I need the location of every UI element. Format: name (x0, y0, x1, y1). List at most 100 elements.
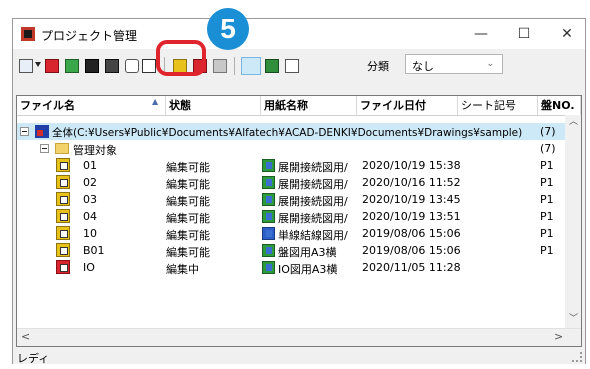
vertical-scrollbar[interactable]: ︿ ﹀ (565, 115, 581, 328)
file-status: 編集可能 (166, 212, 210, 225)
minimize-button[interactable]: — (466, 24, 496, 44)
toolbar: 分類 なし ⌄ (13, 49, 585, 85)
panel-no: P1 (540, 227, 554, 240)
app-icon (21, 27, 35, 41)
panel-no: P1 (540, 210, 554, 223)
table-row[interactable]: IO 編集中 IO図用A3横 2020/11/05 11:28 (17, 259, 581, 276)
paper-name: 展開接続図用/ (278, 212, 348, 225)
scroll-right-icon[interactable]: > (554, 330, 563, 343)
project-file-icon (56, 209, 70, 223)
project-root-icon (35, 125, 49, 138)
export-icon[interactable] (213, 59, 227, 73)
panel-no: P1 (540, 159, 554, 172)
file-date: 2020/10/19 13:45 (362, 193, 461, 206)
file-date: 2019/08/06 15:06 (362, 227, 461, 240)
project-file-icon (56, 175, 70, 189)
title-bar: プロジェクト管理 — ☐ ✕ (13, 19, 585, 49)
single-line-sheet-icon (262, 227, 275, 240)
column-header-status[interactable]: 状態 (166, 96, 261, 115)
project-manager-window: プロジェクト管理 — ☐ ✕ 分類 なし ⌄ ファイル名 ▲ 状態 用紙名称 フ… (12, 18, 586, 365)
sheet-icon (262, 210, 275, 223)
table-row[interactable]: 03 編集可能 展開接続図用/ 2020/10/19 13:45 P1 (17, 191, 581, 208)
group-label: 管理対象 (73, 144, 117, 157)
file-status: 編集可能 (166, 178, 210, 191)
refresh-icon[interactable] (65, 59, 79, 73)
file-date: 2020/11/05 11:28 (362, 261, 461, 274)
project-file-icon (56, 192, 70, 206)
file-status: 編集可能 (166, 229, 210, 242)
project-file-icon (56, 243, 70, 257)
file-name: 04 (83, 210, 97, 223)
classification-select[interactable]: なし ⌄ (405, 54, 503, 74)
paper-name: 展開接続図用/ (278, 161, 348, 174)
resize-grip-icon[interactable] (572, 352, 582, 362)
folder-icon (55, 143, 69, 154)
list-view-icon[interactable] (142, 59, 156, 73)
scroll-down-icon[interactable]: ﹀ (569, 311, 578, 324)
table-row[interactable]: 10 編集可能 単線結線図用/ 2019/08/06 15:06 P1 (17, 225, 581, 242)
file-name: 03 (83, 193, 97, 206)
file-name: 02 (83, 176, 97, 189)
table-row[interactable]: 01 編集可能 展開接続図用/ 2020/10/19 15:38 P1 (17, 157, 581, 174)
copy-icon[interactable] (105, 59, 119, 73)
group-count: (7) (540, 142, 556, 155)
tree-root-row[interactable]: 全体(C:¥Users¥Public¥Documents¥Alfatech¥AC… (17, 123, 581, 140)
classification-label: 分類 (367, 60, 389, 73)
paper-name: 展開接続図用/ (278, 178, 348, 191)
callout-number-badge: 5 (207, 8, 249, 50)
file-date: 2020/10/19 13:51 (362, 210, 461, 223)
file-date: 2019/08/06 15:06 (362, 244, 461, 257)
new-project-icon[interactable] (45, 59, 59, 73)
view-mode-icon[interactable] (19, 59, 33, 73)
project-list: ファイル名 ▲ 状態 用紙名称 ファイル日付 シート記号 盤NO. 全体(C:¥… (16, 95, 582, 347)
project-file-locked-icon (56, 260, 70, 274)
sheet-icon (262, 176, 275, 189)
collapse-icon[interactable] (20, 127, 29, 136)
window-title: プロジェクト管理 (41, 29, 138, 43)
table-row[interactable]: 02 編集可能 展開接続図用/ 2020/10/16 11:52 P1 (17, 174, 581, 191)
column-header-filename[interactable]: ファイル名 (17, 96, 166, 115)
file-name: 10 (83, 227, 97, 240)
sheet-icon (262, 159, 275, 172)
print-icon[interactable] (125, 59, 139, 73)
scroll-left-icon[interactable]: < (21, 330, 30, 343)
sheet-icon (262, 193, 275, 206)
scroll-up-icon[interactable]: ︿ (569, 114, 578, 127)
root-count: (7) (540, 125, 556, 138)
file-status: 編集可能 (166, 161, 210, 174)
file-status: 編集可能 (166, 195, 210, 208)
panel-icon[interactable] (265, 59, 279, 73)
close-button[interactable]: ✕ (552, 24, 582, 44)
project-file-icon (56, 226, 70, 240)
highlight-toggle-icon[interactable] (241, 57, 261, 75)
column-header-date[interactable]: ファイル日付 (357, 96, 458, 115)
file-status: 編集中 (166, 263, 199, 276)
save-icon[interactable] (85, 59, 99, 73)
chevron-down-icon: ⌄ (486, 59, 494, 69)
edit-sheet-icon[interactable] (285, 59, 299, 73)
file-name: IO (83, 261, 95, 274)
file-date: 2020/10/16 11:52 (362, 176, 461, 189)
column-header-paper[interactable]: 用紙名称 (261, 96, 357, 115)
horizontal-scrollbar[interactable]: < > (17, 328, 581, 346)
sheet-icon (262, 244, 275, 257)
panel-no: P1 (540, 176, 554, 189)
sort-ascending-icon: ▲ (152, 97, 159, 106)
table-row[interactable]: 04 編集可能 展開接続図用/ 2020/10/19 13:51 P1 (17, 208, 581, 225)
column-header-sheet[interactable]: シート記号 (458, 96, 538, 115)
status-bar: レディ (13, 349, 585, 365)
panel-no: P1 (540, 193, 554, 206)
collapse-icon[interactable] (40, 144, 49, 153)
list-header: ファイル名 ▲ 状態 用紙名称 ファイル日付 シート記号 盤NO. (17, 96, 581, 116)
column-header-panel[interactable]: 盤NO. (538, 96, 581, 115)
toolbar-separator (234, 57, 235, 75)
paper-name: 単線結線図用/ (278, 229, 348, 242)
paper-name: 展開接続図用/ (278, 195, 348, 208)
maximize-button[interactable]: ☐ (509, 24, 539, 44)
view-mode-dropdown-icon[interactable] (35, 62, 41, 67)
table-row[interactable]: B01 編集可能 盤図用A3横 2019/08/06 15:06 P1 (17, 242, 581, 259)
root-path: 全体(C:¥Users¥Public¥Documents¥Alfatech¥AC… (52, 127, 523, 139)
sheet-icon (262, 261, 275, 274)
file-name: B01 (83, 244, 105, 257)
tree-group-row[interactable]: 管理対象 (7) (17, 140, 581, 157)
